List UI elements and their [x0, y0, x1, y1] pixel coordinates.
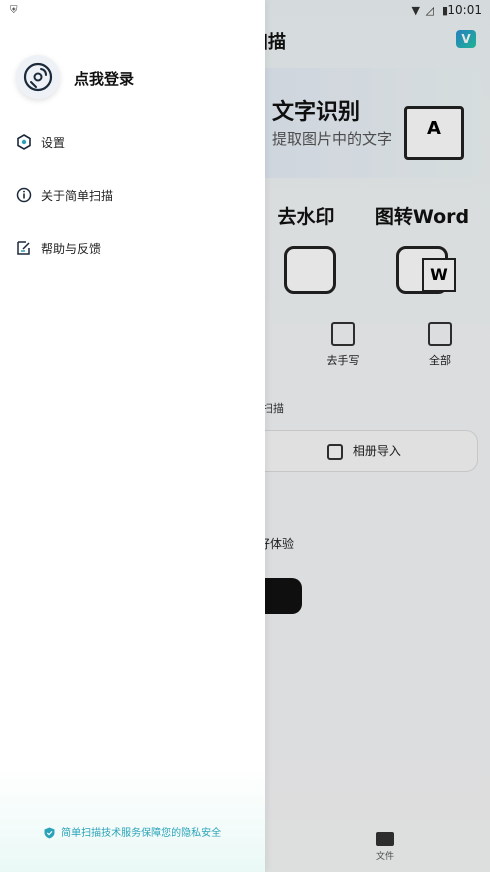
disc-icon — [23, 62, 53, 92]
menu-item-label: 关于简单扫描 — [41, 189, 114, 203]
info-icon — [16, 187, 32, 203]
login-link[interactable]: 点我登录 — [74, 68, 134, 89]
menu-item-label: 设置 — [41, 136, 66, 150]
menu-item-label: 帮助与反馈 — [41, 242, 102, 256]
menu-item-feedback[interactable]: 帮助与反馈 — [16, 237, 256, 261]
navigation-drawer: ⛨ 点我登录 设置 关于简单扫描 帮助与反馈 简单扫描技术服务保障您的隐私安全 — [0, 0, 265, 872]
privacy-footer-text: 简单扫描技术服务保障您的隐私安全 — [61, 828, 222, 839]
settings-icon — [17, 134, 31, 150]
privacy-footer: 简单扫描技术服务保障您的隐私安全 — [0, 824, 265, 839]
shield-icon: ⛨ — [10, 5, 18, 16]
avatar[interactable] — [16, 55, 60, 99]
menu-item-settings[interactable]: 设置 — [16, 131, 256, 155]
feedback-icon — [17, 241, 30, 255]
shield-icon — [44, 827, 55, 839]
menu-item-about[interactable]: 关于简单扫描 — [16, 184, 256, 208]
